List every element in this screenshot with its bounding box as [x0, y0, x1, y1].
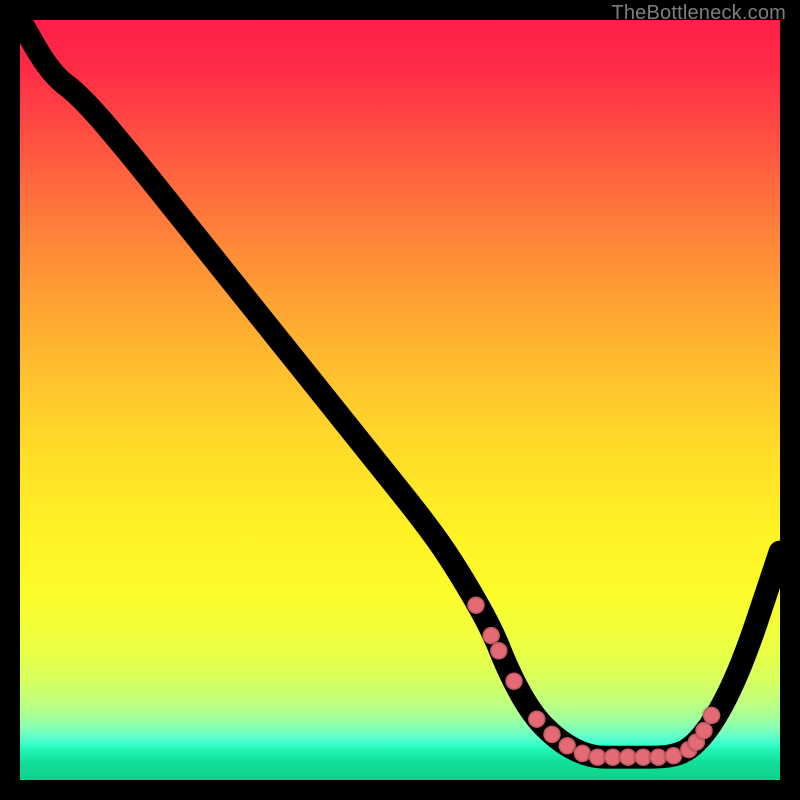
chart-stage: TheBottleneck.com — [0, 0, 800, 800]
plot-area — [20, 20, 780, 780]
bottleneck-curve-path — [20, 20, 780, 757]
highlight-dot — [467, 596, 484, 613]
curve-svg — [20, 20, 780, 780]
highlight-dot — [490, 642, 507, 659]
highlight-dot — [505, 672, 522, 689]
highlight-dot — [703, 707, 720, 724]
highlight-dot — [543, 726, 560, 743]
highlight-dot — [528, 710, 545, 727]
